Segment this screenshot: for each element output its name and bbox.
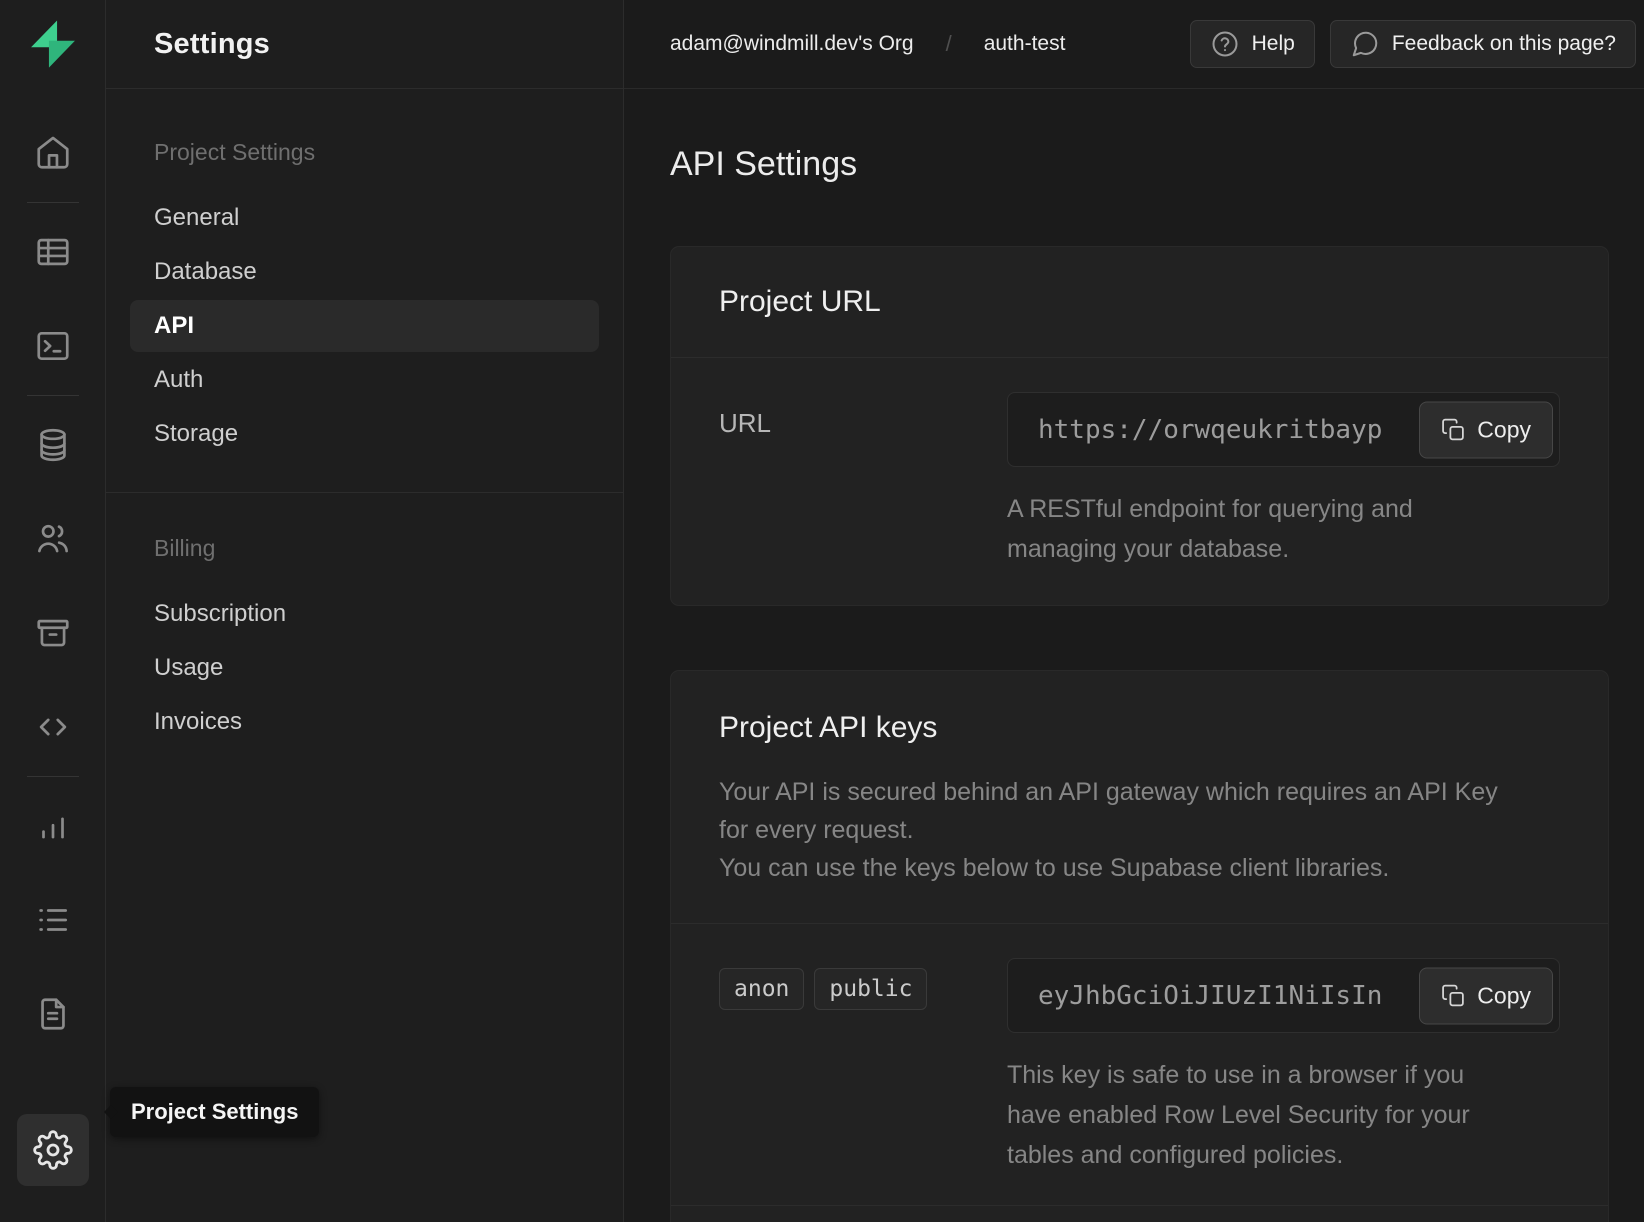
copy-icon (1441, 983, 1466, 1008)
next-key-row-cutoff (671, 1205, 1608, 1222)
copy-icon (1441, 417, 1466, 442)
copy-url-button[interactable]: Copy (1419, 401, 1553, 458)
breadcrumb: adam@windmill.dev's Org / auth-test (670, 31, 1065, 57)
breadcrumb-project[interactable]: auth-test (984, 32, 1066, 56)
project-url-card-header: Project URL (671, 247, 1608, 357)
sidebar-divider (106, 492, 623, 493)
project-url-value: https://orwqeukritbayp (1038, 415, 1382, 445)
table-editor-icon[interactable] (29, 228, 77, 276)
sidebar-item-database[interactable]: Database (130, 246, 599, 298)
api-keys-intro-line2: You can use the keys below to use Supaba… (719, 849, 1504, 887)
page-content: API Settings Project URL URL https://orw… (624, 89, 1644, 1222)
sidebar-item-auth[interactable]: Auth (130, 354, 599, 406)
primary-nav-rail (0, 0, 106, 1222)
help-button[interactable]: Help (1190, 20, 1315, 68)
feedback-button-label: Feedback on this page? (1392, 32, 1616, 56)
project-url-card-body: URL https://orwqeukritbayp (671, 357, 1608, 605)
public-badge: public (814, 968, 927, 1010)
anon-key-value: eyJhbGciOiJIUzI1NiIsIn (1038, 981, 1382, 1011)
sidebar-item-usage[interactable]: Usage (130, 642, 599, 694)
auth-users-icon[interactable] (29, 515, 77, 563)
breadcrumb-org[interactable]: adam@windmill.dev's Org (670, 32, 914, 56)
sidebar-item-api[interactable]: API (130, 300, 599, 352)
sidebar-item-storage[interactable]: Storage (130, 408, 599, 460)
section-label-billing: Billing (130, 535, 599, 562)
database-icon[interactable] (29, 421, 77, 469)
api-keys-intro-line1: Your API is secured behind an API gatewa… (719, 773, 1504, 849)
main-area: adam@windmill.dev's Org / auth-test Help (624, 0, 1644, 1222)
section-label-project-settings: Project Settings (130, 139, 599, 166)
sidebar-title: Settings (154, 28, 270, 61)
project-settings-tooltip: Project Settings (110, 1087, 319, 1137)
api-keys-card-title: Project API keys (719, 711, 1560, 745)
api-docs-icon[interactable] (29, 990, 77, 1038)
sidebar-item-invoices[interactable]: Invoices (130, 696, 599, 748)
reports-chart-icon[interactable] (29, 802, 77, 850)
anon-key-description: This key is safe to use in a browser if … (1007, 1055, 1512, 1175)
project-url-card: Project URL URL https://orwqeukritbayp (670, 246, 1609, 606)
anon-badge: anon (719, 968, 804, 1010)
edge-functions-icon[interactable] (29, 703, 77, 751)
project-url-input[interactable]: https://orwqeukritbayp Copy (1007, 392, 1560, 467)
breadcrumb-separator: / (946, 31, 952, 57)
feedback-button[interactable]: Feedback on this page? (1330, 20, 1636, 68)
api-keys-card-header: Project API keys Your API is secured beh… (671, 671, 1608, 923)
supabase-logo[interactable] (27, 18, 79, 70)
storage-icon[interactable] (29, 609, 77, 657)
page-title: API Settings (670, 145, 1608, 184)
anon-key-input[interactable]: eyJhbGciOiJIUzI1NiIsIn Copy (1007, 958, 1560, 1033)
help-button-label: Help (1252, 32, 1295, 56)
help-question-icon (1210, 29, 1240, 59)
copy-url-label: Copy (1477, 416, 1531, 443)
copy-anon-key-button[interactable]: Copy (1419, 967, 1553, 1024)
sidebar-item-general[interactable]: General (130, 192, 599, 244)
sidebar-item-subscription[interactable]: Subscription (130, 588, 599, 640)
settings-sidebar: Settings Project Settings General Databa… (106, 0, 624, 1222)
project-url-description: A RESTful endpoint for querying and mana… (1007, 489, 1452, 569)
api-keys-card: Project API keys Your API is secured beh… (670, 670, 1609, 1222)
app-root: Settings Project Settings General Databa… (0, 0, 1644, 1222)
anon-key-badges: anon public (719, 958, 1007, 1175)
settings-nav: Project Settings General Database API Au… (106, 89, 623, 750)
copy-anon-key-label: Copy (1477, 982, 1531, 1009)
rail-divider (27, 395, 79, 396)
logs-list-icon[interactable] (29, 896, 77, 944)
topbar-actions: Help Feedback on this page? (1190, 20, 1636, 68)
project-url-card-title: Project URL (719, 285, 881, 319)
project-settings-gear-icon[interactable] (17, 1114, 89, 1186)
speech-bubble-icon (1350, 29, 1380, 59)
anon-key-row: anon public eyJhbGciOiJIUzI1NiIsIn (671, 923, 1608, 1205)
rail-divider (27, 776, 79, 777)
topbar: adam@windmill.dev's Org / auth-test Help (624, 0, 1644, 89)
tooltip-label: Project Settings (131, 1099, 298, 1125)
url-field-label: URL (719, 392, 1007, 569)
rail-divider (27, 202, 79, 203)
sql-editor-icon[interactable] (29, 322, 77, 370)
sidebar-header: Settings (106, 0, 623, 89)
home-icon[interactable] (29, 129, 77, 177)
